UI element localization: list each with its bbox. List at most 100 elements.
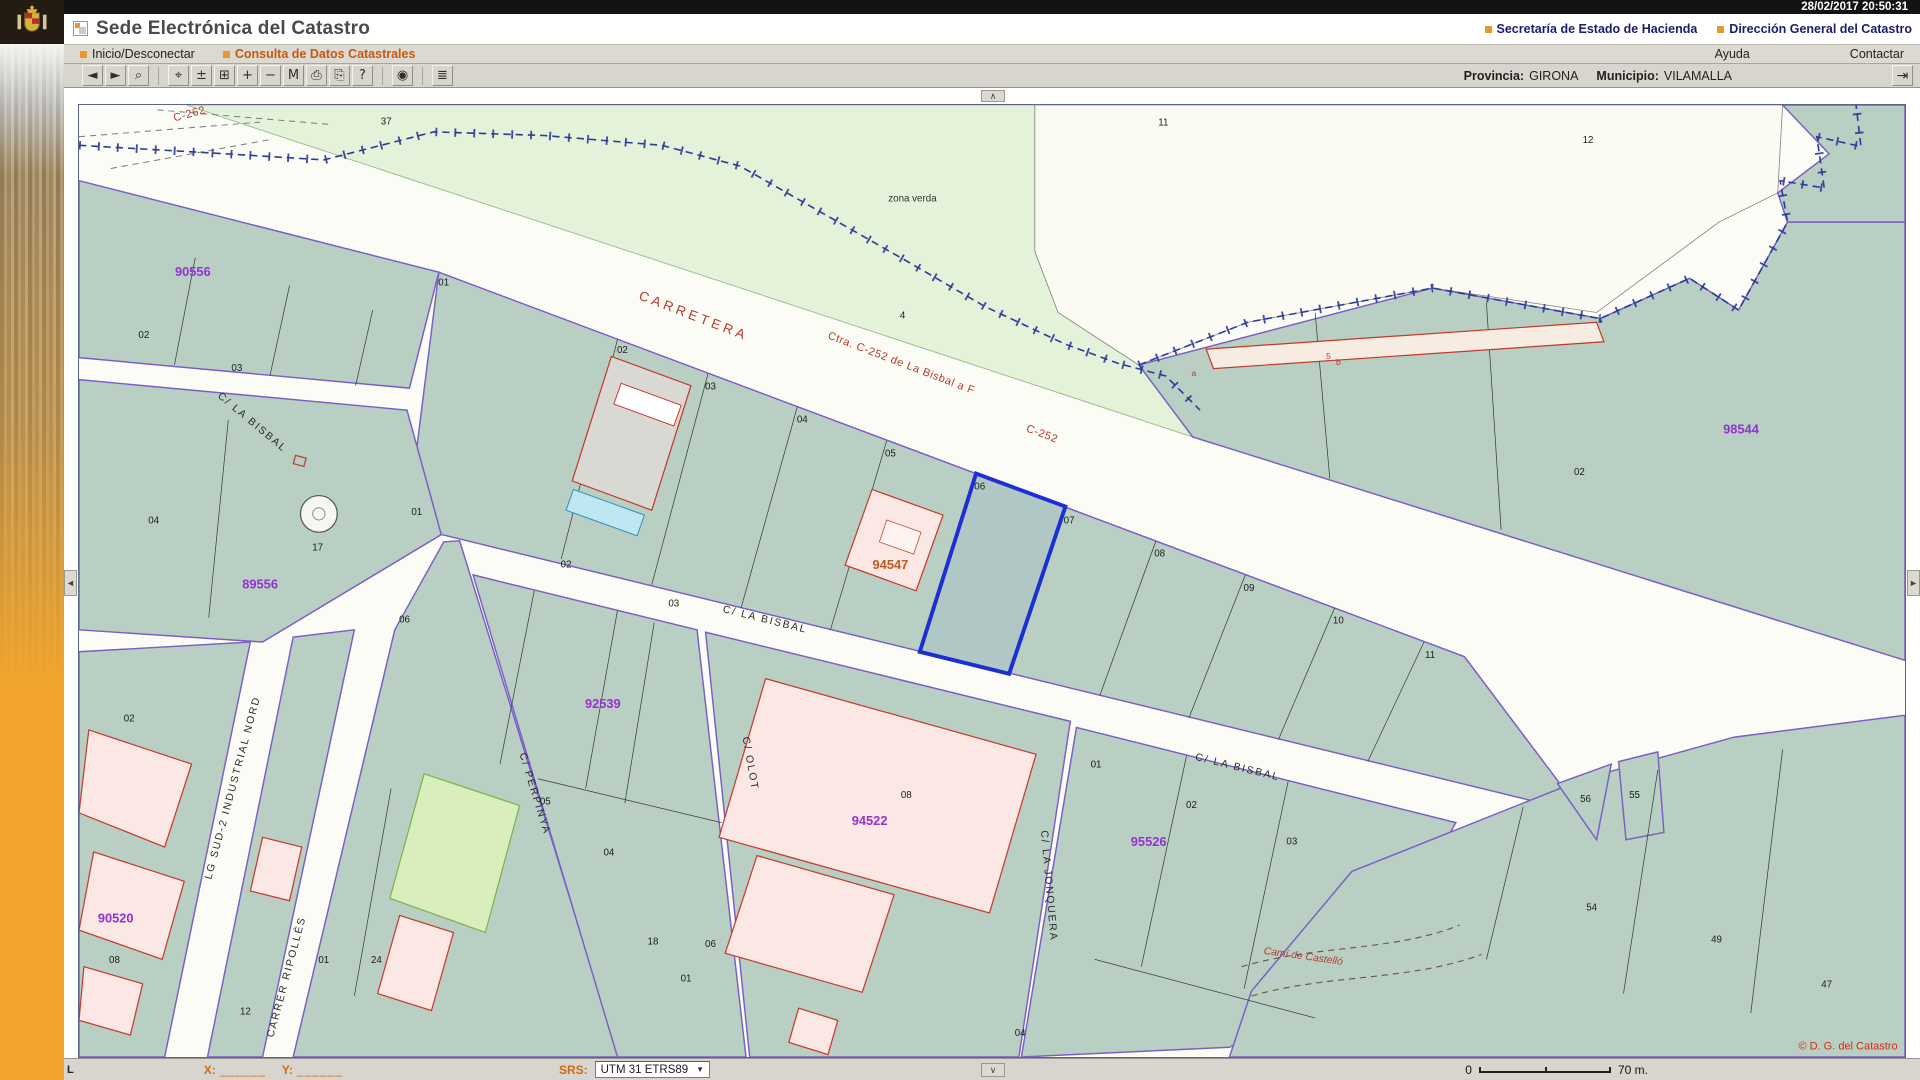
city-photo [0, 44, 64, 684]
pan-icon[interactable]: ⌖ [168, 65, 189, 86]
menu-right-group: Ayuda Contactar [1715, 47, 1920, 61]
map-label-num: 06 [399, 615, 410, 626]
exit-icon[interactable]: ⇥ [1892, 65, 1913, 86]
toolbar-separator [422, 67, 423, 85]
map-label-num: 04 [603, 848, 614, 859]
collapse-right-button[interactable]: ► [1907, 570, 1920, 596]
y-label: Y: [282, 1063, 293, 1077]
link-label: Dirección General del Catastro [1729, 22, 1912, 36]
map-label-num: 01 [438, 278, 449, 289]
map-label-num: 02 [617, 345, 628, 356]
menu-ayuda[interactable]: Ayuda [1715, 47, 1750, 61]
back-icon[interactable]: ◄ [82, 65, 103, 86]
map-label-num: 02 [138, 330, 149, 341]
map-label-num: 12 [240, 1006, 251, 1017]
map-label-num: 47 [1821, 979, 1832, 990]
map-label-num: 04 [148, 516, 159, 527]
map-label-num: 18 [648, 937, 659, 948]
province-value: GIRONA [1529, 69, 1578, 83]
map-label-num: 05 [885, 449, 896, 460]
collapse-bottom-button[interactable]: ∨ [981, 1063, 1005, 1077]
map-label-copy: © D. G. del Catastro [1798, 1041, 1897, 1053]
map-label-num: 08 [901, 790, 912, 801]
cadastral-map[interactable]: 9055689556925399452295526905209854494547… [79, 105, 1905, 1057]
map-label-num: 49 [1711, 934, 1722, 945]
menu-label: Inicio/Desconectar [92, 47, 195, 61]
scale-end-label: 70 m. [1618, 1063, 1648, 1077]
srs-select[interactable]: UTM 31 ETRS89 ▼ [595, 1061, 710, 1078]
zoom-window-icon[interactable]: ⊞ [214, 65, 235, 86]
map-label-num: 03 [1286, 837, 1297, 848]
map-label-num: 03 [705, 381, 716, 392]
map-label-num: 07 [1064, 516, 1075, 527]
map-label-num: 10 [1333, 616, 1344, 627]
map-label-num: 02 [1186, 800, 1197, 811]
top-status-strip: 28/02/2017 20:50:31 [0, 0, 1920, 14]
srs-selected-value: UTM 31 ETRS89 [601, 1064, 689, 1076]
map-label-num: 01 [318, 955, 329, 966]
menu-inicio-desconectar[interactable]: Inicio/Desconectar [80, 47, 195, 61]
circular-tank [301, 496, 338, 533]
menu-label: Ayuda [1715, 47, 1750, 61]
map-label-num: 54 [1586, 903, 1597, 914]
map-label-num: 03 [231, 363, 242, 374]
locate-pin-icon[interactable]: ◉ [392, 65, 413, 86]
map-label-pid: 95526 [1131, 834, 1167, 849]
collapse-left-button[interactable]: ◄ [64, 570, 77, 596]
scale-zero-label: 0 [1465, 1063, 1472, 1077]
toolbar-icon-group: ◄►⌕ ⌖±⊞+−M⎙⎘? ◉ ≣ [81, 65, 454, 86]
map-label-num: 01 [411, 507, 422, 518]
zoom-out-icon[interactable]: − [260, 65, 281, 86]
menu-bar: Inicio/Desconectar Consulta de Datos Cat… [64, 44, 1920, 64]
map-label-num: 55 [1629, 790, 1640, 801]
print-preview-icon[interactable]: ⎘ [329, 65, 350, 86]
toolbar-separator [382, 67, 383, 85]
print-icon[interactable]: ⎙ [306, 65, 327, 86]
map-toolbar: ◄►⌕⌖±⊞+−M⎙⎘?◉≣ Provincia: GIRONA Municip… [64, 64, 1920, 88]
map-label-num: 12 [1583, 135, 1594, 146]
zoom-in-icon[interactable]: + [237, 65, 258, 86]
municipality-value: VILAMALLA [1664, 69, 1732, 83]
zoom-selection-icon[interactable]: ± [191, 65, 212, 86]
parcel-55[interactable] [1619, 752, 1664, 840]
corner-mark: L [67, 1064, 74, 1076]
municipality-label: Municipio: [1596, 69, 1659, 83]
measure-icon[interactable]: M [283, 65, 304, 86]
map-label-pid: 90556 [175, 264, 211, 279]
x-label: X: [204, 1063, 216, 1077]
bullet-icon [80, 51, 87, 58]
map-label-pid: 90520 [98, 911, 134, 926]
map-label-tinyred: a [1192, 368, 1197, 378]
map-label-num: 02 [561, 560, 572, 571]
map-label-num: 24 [371, 955, 382, 966]
map-label-pid: 89556 [242, 576, 278, 591]
header-links: Secretaría de Estado de Hacienda Direcci… [1485, 22, 1912, 36]
map-label-num: 08 [109, 955, 120, 966]
link-secretaria-hacienda[interactable]: Secretaría de Estado de Hacienda [1485, 22, 1698, 36]
bullet-icon [1717, 26, 1724, 33]
collapse-top-button[interactable]: ∧ [981, 90, 1005, 102]
map-label-num: 4 [900, 311, 906, 322]
map-viewport[interactable]: 9055689556925399452295526905209854494547… [78, 104, 1906, 1058]
chevron-down-icon: ▼ [696, 1065, 704, 1074]
map-label-pid: 98544 [1723, 421, 1760, 436]
map-label-pid: 92539 [585, 696, 621, 711]
link-direccion-catastro[interactable]: Dirección General del Catastro [1717, 22, 1912, 36]
map-label-num: 02 [124, 713, 135, 724]
map-label-num: 17 [312, 542, 323, 553]
clock: 28/02/2017 20:50:31 [1801, 1, 1908, 13]
menu-consulta-datos[interactable]: Consulta de Datos Catastrales [223, 47, 416, 61]
link-label: Secretaría de Estado de Hacienda [1497, 22, 1698, 36]
menu-contactar[interactable]: Contactar [1850, 47, 1904, 61]
zoom-search-icon[interactable]: ⌕ [128, 65, 149, 86]
map-label-num: 03 [668, 599, 679, 610]
map-label-pid: 94522 [852, 813, 888, 828]
help-cursor-icon[interactable]: ? [352, 65, 373, 86]
forward-icon[interactable]: ► [105, 65, 126, 86]
layers-icon[interactable]: ≣ [432, 65, 453, 86]
scale-line [1479, 1067, 1611, 1073]
map-label-num: 11 [1425, 650, 1435, 661]
menu-label: Contactar [1850, 47, 1904, 61]
map-label-num: 02 [1574, 467, 1585, 478]
spain-coat-of-arms-logo [0, 0, 64, 44]
